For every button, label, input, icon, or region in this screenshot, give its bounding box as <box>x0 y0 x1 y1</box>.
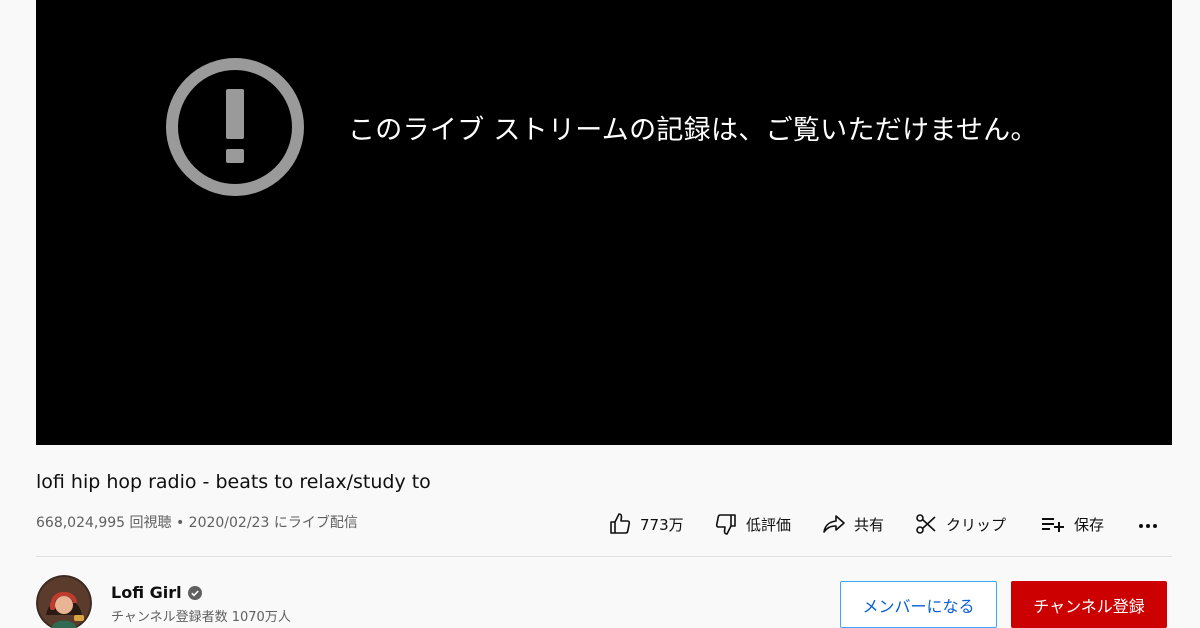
scissors-icon <box>916 514 936 534</box>
player-error-message: このライブ ストリームの記録は、ご覧いただけません。 <box>348 115 1038 146</box>
share-label: 共有 <box>854 515 885 534</box>
channel-name: Lofi Girl <box>111 583 182 602</box>
channel-name-row[interactable]: Lofi Girl <box>111 583 202 602</box>
section-divider <box>36 556 1172 557</box>
dislike-label: 低評価 <box>746 515 792 534</box>
share-arrow-icon <box>823 515 845 533</box>
video-meta: 668,024,995 回視聴 • 2020/02/23 にライブ配信 <box>36 515 358 531</box>
clip-label: クリップ <box>946 515 1007 534</box>
subscriber-count: チャンネル登録者数 1070万人 <box>111 610 291 625</box>
more-actions-button[interactable] <box>1136 508 1160 540</box>
share-button[interactable]: 共有 <box>822 508 884 540</box>
alert-circle-icon <box>166 58 304 196</box>
thumbs-down-icon <box>715 514 736 535</box>
join-membership-button[interactable]: メンバーになる <box>840 581 997 628</box>
thumbs-up-icon <box>610 513 631 534</box>
subscribe-button[interactable]: チャンネル登録 <box>1011 581 1167 628</box>
watch-page: このライブ ストリームの記録は、ご覧いただけません。 lofi hip hop … <box>0 0 1200 628</box>
clip-button[interactable]: クリップ <box>914 508 1006 540</box>
channel-avatar[interactable] <box>36 575 92 628</box>
like-count: 773万 <box>640 515 684 534</box>
dislike-button[interactable]: 低評価 <box>714 508 791 540</box>
save-button[interactable]: 保存 <box>1040 508 1104 540</box>
more-horizontal-icon <box>1139 524 1157 528</box>
save-label: 保存 <box>1074 515 1105 534</box>
like-button[interactable]: 773万 <box>608 508 684 540</box>
lofi-girl-avatar-image <box>36 575 92 628</box>
video-player[interactable]: このライブ ストリームの記録は、ご覧いただけません。 <box>36 0 1172 445</box>
playlist-add-icon <box>1042 518 1064 532</box>
verified-check-icon <box>187 585 202 600</box>
video-title: lofi hip hop radio - beats to relax/stud… <box>36 471 431 493</box>
